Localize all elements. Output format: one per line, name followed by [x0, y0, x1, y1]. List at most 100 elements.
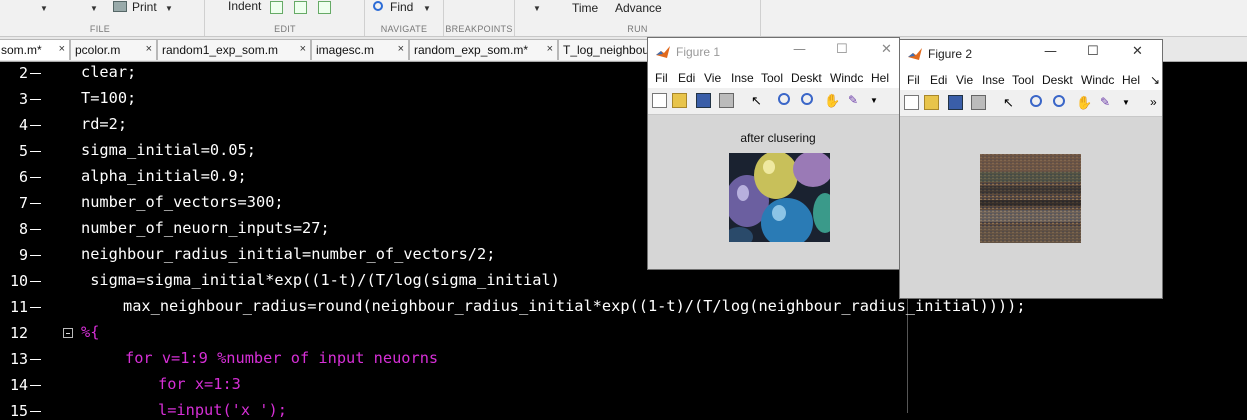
- line-number: 9: [18, 246, 28, 264]
- indent-button[interactable]: Indent: [228, 0, 261, 13]
- title-bar[interactable]: Figure 1 — ☐ ✕: [648, 38, 899, 66]
- run-and-time-button[interactable]: Time: [572, 1, 598, 15]
- tab-som[interactable]: som.m* ×: [0, 39, 70, 60]
- menu-edit[interactable]: Edi: [930, 73, 947, 87]
- close-icon[interactable]: ✕: [1132, 44, 1143, 59]
- new-figure-icon[interactable]: [904, 95, 919, 110]
- figure-1-window[interactable]: Figure 1 — ☐ ✕ Fil Edi Vie Inse Tool Des…: [647, 37, 900, 270]
- print-button[interactable]: Print: [132, 0, 157, 14]
- pan-hand-icon[interactable]: ✋: [1076, 95, 1092, 110]
- toolbar-overflow-icon[interactable]: »: [1150, 95, 1162, 110]
- menu-file[interactable]: Fil: [907, 73, 920, 87]
- tab-imagesc[interactable]: imagesc.m ×: [311, 39, 409, 60]
- maximize-icon[interactable]: ☐: [836, 42, 848, 57]
- new-figure-icon[interactable]: [652, 93, 667, 108]
- close-icon[interactable]: ×: [59, 43, 65, 55]
- menu-tools[interactable]: Tool: [1012, 73, 1034, 87]
- code-line: max_neighbour_radius=round(neighbour_rad…: [123, 297, 1026, 315]
- breakpoint-marker[interactable]: [30, 255, 41, 256]
- minimize-icon[interactable]: —: [793, 42, 806, 57]
- maximize-icon[interactable]: ☐: [1087, 44, 1099, 59]
- figure-canvas: [900, 117, 1162, 298]
- zoom-out-icon[interactable]: [801, 93, 813, 105]
- code-fold-toggle[interactable]: [63, 328, 73, 338]
- chevron-down-icon[interactable]: ▼: [165, 4, 173, 13]
- chevron-down-icon[interactable]: ▼: [1122, 95, 1137, 110]
- print-icon[interactable]: [971, 95, 986, 110]
- menu-window[interactable]: Windc: [1081, 73, 1114, 87]
- breakpoint-marker[interactable]: [30, 307, 41, 308]
- menu-help[interactable]: Hel: [1122, 73, 1140, 87]
- chevron-down-icon[interactable]: ▼: [423, 4, 431, 13]
- save-icon[interactable]: [948, 95, 963, 110]
- find-button[interactable]: Find: [390, 0, 413, 14]
- line-number: 14: [9, 376, 28, 394]
- title-bar[interactable]: Figure 2 — ☐ ✕: [900, 40, 1162, 68]
- menu-file[interactable]: Fil: [655, 71, 668, 85]
- menu-desktop[interactable]: Deskt: [791, 71, 822, 85]
- chevron-down-icon[interactable]: ▼: [40, 4, 48, 13]
- line-number: 5: [18, 142, 28, 160]
- line-number: 6: [18, 168, 28, 186]
- data-brush-icon[interactable]: ✎: [1100, 95, 1115, 110]
- menu-insert[interactable]: Inse: [731, 71, 754, 85]
- print-icon[interactable]: [719, 93, 734, 108]
- pointer-icon[interactable]: ↖: [1003, 95, 1018, 110]
- close-icon[interactable]: ×: [146, 43, 152, 55]
- code-line: number_of_vectors=300;: [81, 193, 284, 211]
- breakpoint-marker[interactable]: [30, 99, 41, 100]
- menu-view[interactable]: Vie: [956, 73, 973, 87]
- tab-random1-exp-som[interactable]: random1_exp_som.m ×: [157, 39, 311, 60]
- pointer-icon[interactable]: ↖: [751, 93, 766, 108]
- breakpoint-marker[interactable]: [30, 73, 41, 74]
- open-folder-icon[interactable]: [924, 95, 939, 110]
- code-line: rd=2;: [81, 115, 128, 133]
- zoom-in-icon[interactable]: [778, 93, 790, 105]
- run-and-advance-button[interactable]: Advance: [615, 1, 662, 15]
- breakpoint-marker[interactable]: [30, 385, 41, 386]
- chevron-down-icon[interactable]: ▼: [90, 4, 98, 13]
- line-number: 12: [9, 324, 28, 342]
- data-brush-icon[interactable]: ✎: [848, 93, 863, 108]
- menu-help[interactable]: Hel: [871, 71, 889, 85]
- group-label-file: FILE: [89, 24, 111, 34]
- breakpoint-marker[interactable]: [30, 281, 41, 282]
- menu-tools[interactable]: Tool: [761, 71, 783, 85]
- save-icon[interactable]: [696, 93, 711, 108]
- decrease-indent-icon[interactable]: [318, 1, 331, 14]
- chevron-down-icon[interactable]: ▼: [533, 4, 541, 13]
- zoom-out-icon[interactable]: [1053, 95, 1065, 107]
- breakpoint-marker[interactable]: [30, 151, 41, 152]
- menu-edit[interactable]: Edi: [678, 71, 695, 85]
- zoom-in-icon[interactable]: [1030, 95, 1042, 107]
- code-line-keyword: for v=1:9 %number of input neuorns: [125, 349, 439, 367]
- close-icon[interactable]: ×: [300, 43, 306, 55]
- close-icon[interactable]: ✕: [881, 42, 892, 57]
- pan-hand-icon[interactable]: ✋: [824, 93, 840, 108]
- menu-insert[interactable]: Inse: [982, 73, 1005, 87]
- menu-desktop[interactable]: Deskt: [1042, 73, 1073, 87]
- increase-indent-icon[interactable]: [294, 1, 307, 14]
- breakpoint-marker[interactable]: [30, 229, 41, 230]
- tab-pcolor[interactable]: pcolor.m ×: [70, 39, 157, 60]
- tab-random-exp-som[interactable]: random_exp_som.m* ×: [409, 39, 558, 60]
- close-icon[interactable]: ×: [398, 43, 404, 55]
- menu-view[interactable]: Vie: [704, 71, 721, 85]
- chevron-down-icon[interactable]: ▼: [870, 93, 885, 108]
- open-folder-icon[interactable]: [672, 93, 687, 108]
- tab-t-log-neighbour[interactable]: T_log_neighbou: [558, 39, 658, 60]
- breakpoint-marker[interactable]: [30, 359, 41, 360]
- menu-window[interactable]: Windc: [830, 71, 863, 85]
- code-line-keyword: for x=1:3: [158, 375, 241, 393]
- breakpoint-marker[interactable]: [30, 125, 41, 126]
- close-icon[interactable]: ×: [547, 43, 553, 55]
- breakpoint-marker[interactable]: [30, 177, 41, 178]
- clustered-noise-image: [980, 154, 1081, 243]
- breakpoint-marker[interactable]: [30, 203, 41, 204]
- smart-indent-icon[interactable]: [270, 1, 283, 14]
- figure-2-window[interactable]: Figure 2 — ☐ ✕ Fil Edi Vie Inse Tool Des…: [899, 39, 1163, 299]
- minimize-icon[interactable]: —: [1044, 44, 1057, 59]
- breakpoint-marker[interactable]: [30, 411, 41, 412]
- line-number: 13: [9, 350, 28, 368]
- menu-overflow-icon[interactable]: ↘: [1150, 73, 1160, 87]
